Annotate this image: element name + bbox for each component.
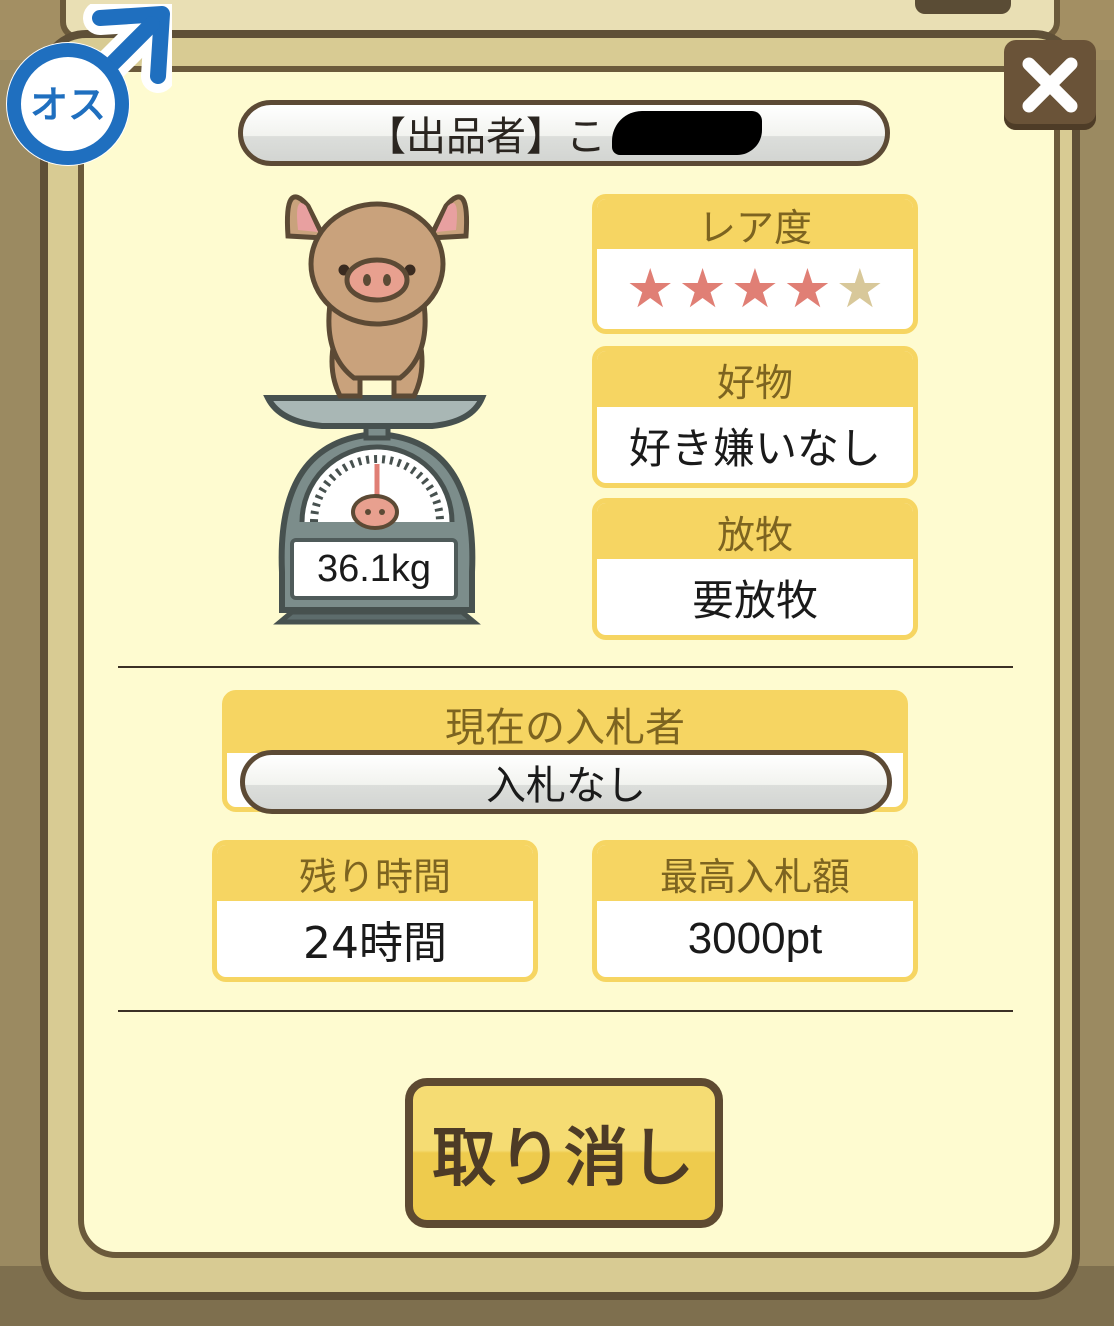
grazing-card: 放牧 要放牧 [592,498,918,640]
redacted-seller-name [612,111,762,155]
background-header-button [915,0,1011,14]
star-icon: ★ [678,257,727,320]
divider [118,1010,1013,1012]
favorite-food-card: 好物 好き嫌いなし [592,346,918,488]
grazing-value: 要放牧 [691,575,818,625]
remaining-time-value: 24時間 [303,918,447,969]
star-icon: ★ [783,257,832,320]
cancel-button[interactable]: 取り消し [405,1078,723,1228]
male-icon: オス [6,4,172,166]
seller-label: 【出品者】こ [366,114,606,160]
star-icon: ★ [730,257,780,320]
favorite-food-header: 好物 [597,351,913,407]
divider [118,666,1013,668]
grazing-header: 放牧 [597,503,913,559]
top-bid-header: 最高入札額 [597,845,913,901]
rarity-card: レア度 ★ ★ ★ ★ ★ [592,194,918,334]
favorite-food-value: 好き嫌いなし [628,423,881,473]
current-bidder-value: 入札なし [240,750,892,814]
current-bidder-header: 現在の入札者 [227,695,903,753]
rarity-header: レア度 [597,199,913,250]
rarity-stars: ★ ★ ★ ★ ★ [597,249,913,329]
seller-name-field: 【出品者】こ [238,100,890,166]
top-bid-value: 3000pt [687,914,823,963]
weight-display: 36.1kg [290,538,458,600]
star-empty-icon: ★ [835,257,885,320]
top-bid-card: 最高入札額 3000pt [592,840,918,982]
close-icon [1022,57,1078,113]
male-badge-label: オス [30,83,106,127]
remaining-time-card: 残り時間 24時間 [212,840,538,982]
remaining-time-header: 残り時間 [217,845,533,901]
close-button[interactable] [1004,40,1096,130]
star-icon: ★ [625,257,675,320]
